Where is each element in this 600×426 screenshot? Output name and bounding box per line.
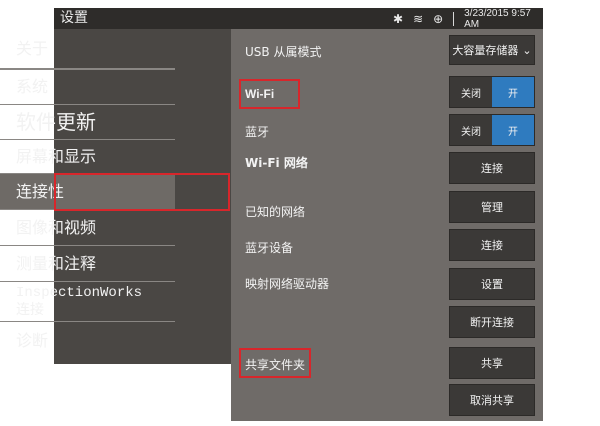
wifi-icon: ≋	[413, 11, 424, 26]
sidebar-item-measure-annotate[interactable]: 测量和注释	[0, 246, 175, 282]
connectivity-highlight	[54, 173, 230, 211]
sidebar-item-label: 软件更新	[16, 110, 96, 134]
bluetooth-toggle-off[interactable]: 关闭	[450, 115, 492, 145]
status-datetime: 3/23/2015 9:57 AM	[464, 7, 531, 30]
sidebar-item-label: 图像和视频	[16, 217, 97, 237]
map-drive-label: 映射网络驱动器	[245, 277, 330, 291]
window-title: 设置	[60, 10, 88, 26]
usb-icon: ⊕	[433, 11, 444, 26]
unshare-button[interactable]: 取消共享	[449, 384, 535, 416]
bluetooth-icon: ✱	[393, 11, 404, 26]
wifi-toggle-off[interactable]: 关闭	[450, 77, 492, 107]
bluetooth-toggle[interactable]: 关闭 开	[449, 114, 535, 146]
wifi-connect-button[interactable]: 连接	[449, 152, 535, 184]
sidebar-item-software-update[interactable]: 软件更新	[0, 105, 175, 140]
sidebar-item-about[interactable]: 关于	[0, 29, 175, 69]
sidebar-item-inspectionworks[interactable]: InspectionWorks 连接	[0, 282, 175, 322]
sidebar-item-label: 关于	[16, 38, 49, 58]
shared-folder-highlight	[239, 348, 311, 378]
usb-mode-select[interactable]: 大容量存储器 ⌄	[449, 35, 535, 65]
sidebar-item-label: 测量和注释	[16, 253, 97, 273]
status-bar: 设置 ✱ ≋ ⊕ 3/23/2015 9:57 AM	[54, 7, 543, 30]
sidebar-item-image-video[interactable]: 图像和视频	[0, 210, 175, 246]
sidebar-item-system[interactable]: 系统	[0, 69, 175, 105]
bluetooth-connect-button[interactable]: 连接	[449, 229, 535, 261]
manage-networks-button[interactable]: 管理	[449, 191, 535, 223]
sidebar-item-label: 屏幕和显示	[16, 146, 97, 166]
wifi-toggle-on[interactable]: 开	[492, 77, 534, 107]
sidebar-item-label: 诊断	[16, 331, 49, 350]
bluetooth-toggle-on[interactable]: 开	[492, 115, 534, 145]
wifi-highlight	[239, 79, 300, 109]
usb-mode-value: 大容量存储器	[452, 44, 519, 57]
sidebar-item-label: InspectionWorks 连接	[16, 284, 143, 319]
share-button[interactable]: 共享	[449, 347, 535, 379]
known-networks-label: 已知的网络	[245, 205, 306, 219]
status-divider	[453, 11, 455, 26]
bluetooth-devices-label: 蓝牙设备	[245, 241, 294, 255]
sidebar-item-label: 系统	[16, 77, 49, 96]
sidebar-item-display[interactable]: 屏幕和显示	[0, 140, 175, 174]
bluetooth-label: 蓝牙	[245, 125, 270, 139]
status-icons: ✱ ≋ ⊕ 3/23/2015 9:57 AM	[393, 7, 543, 30]
map-drive-setup-button[interactable]: 设置	[449, 268, 535, 300]
wifi-network-label: Wi-Fi 网络	[245, 156, 308, 170]
disconnect-button[interactable]: 断开连接	[449, 306, 535, 338]
chevron-down-icon: ⌄	[522, 43, 532, 57]
usb-mode-label: USB 从属模式	[245, 45, 322, 59]
sidebar-item-diagnostics[interactable]: 诊断	[0, 322, 175, 360]
wifi-toggle[interactable]: 关闭 开	[449, 76, 535, 108]
